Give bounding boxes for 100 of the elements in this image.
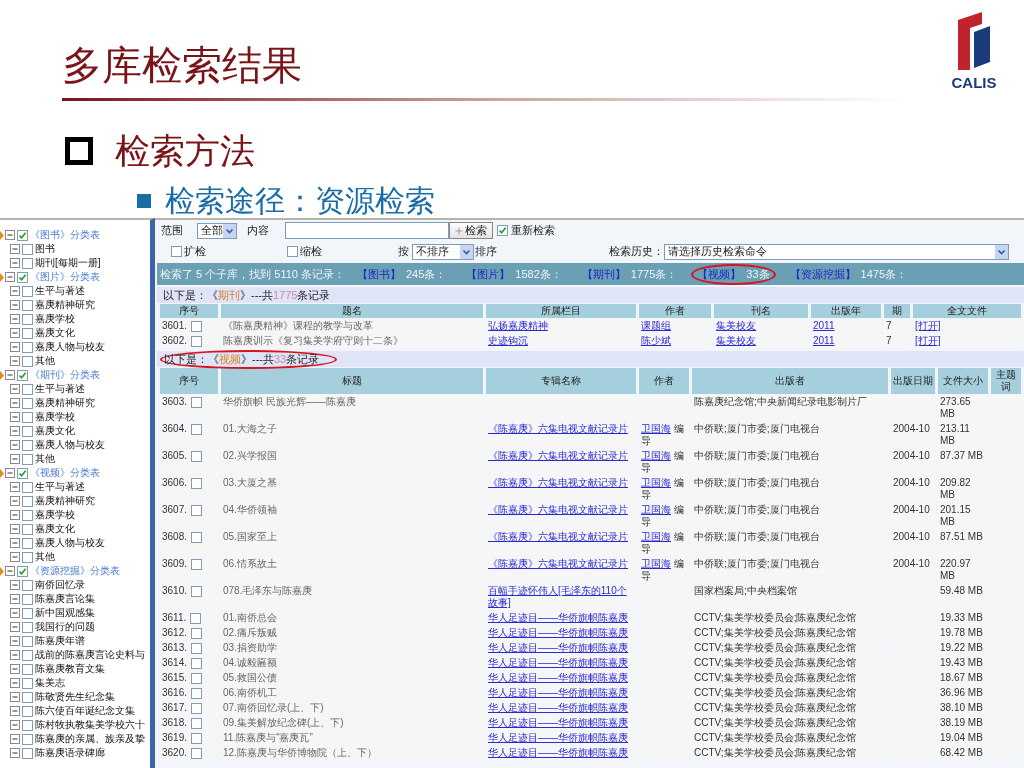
tree-item-label[interactable]: 集美志 <box>35 676 65 690</box>
checkbox[interactable] <box>191 672 203 684</box>
checkbox[interactable] <box>17 369 28 381</box>
collapse-icon[interactable] <box>10 356 20 366</box>
author-link[interactable]: 卫国海 <box>641 558 671 569</box>
collapse-icon[interactable] <box>10 454 20 464</box>
checkbox[interactable] <box>22 621 33 633</box>
checkbox[interactable] <box>191 558 203 570</box>
sort-dropdown[interactable]: 不排序 <box>412 243 474 260</box>
collapse-icon[interactable] <box>10 692 20 702</box>
collapse-icon[interactable] <box>10 734 20 744</box>
collapse-icon[interactable] <box>10 314 20 324</box>
checkbox[interactable] <box>17 229 28 241</box>
checkbox[interactable] <box>22 579 33 591</box>
tree-item-label[interactable]: 嘉庚学校 <box>35 410 75 424</box>
author-link[interactable]: 卫国海 <box>641 423 671 434</box>
collapse-icon[interactable] <box>10 748 20 758</box>
checkbox[interactable] <box>22 397 33 409</box>
collapse-icon[interactable] <box>10 720 20 730</box>
checkbox[interactable] <box>22 747 33 759</box>
tree-group-label[interactable]: 《资源挖掘》分类表 <box>30 564 120 578</box>
collapse-icon[interactable] <box>10 342 20 352</box>
checkbox[interactable] <box>22 635 33 647</box>
checkbox[interactable] <box>22 691 33 703</box>
collapse-icon[interactable] <box>10 300 20 310</box>
tree-item-label[interactable]: 生平与著述 <box>35 382 85 396</box>
collapse-icon[interactable] <box>10 552 20 562</box>
tree-item-label[interactable]: 新中国观感集 <box>35 606 95 620</box>
checkbox[interactable] <box>22 733 33 745</box>
tree-item-label[interactable]: 嘉庚精神研究 <box>35 396 95 410</box>
tree-item-label[interactable]: 嘉庚精神研究 <box>35 494 95 508</box>
checkbox[interactable] <box>22 355 33 367</box>
collapse-icon[interactable] <box>10 650 20 660</box>
checkbox[interactable] <box>22 509 33 521</box>
collapse-icon[interactable] <box>5 468 15 478</box>
collapse-icon[interactable] <box>10 608 20 618</box>
search-field[interactable] <box>285 222 449 239</box>
table-link[interactable]: 百幅手迹怀伟人[毛泽东的110个故事] <box>488 585 634 609</box>
checkbox[interactable] <box>191 657 203 669</box>
checkbox[interactable] <box>22 551 33 563</box>
tree-item-label[interactable]: 嘉庚文化 <box>35 522 75 536</box>
collapse-icon[interactable] <box>10 482 20 492</box>
collapse-icon[interactable] <box>10 286 20 296</box>
checkbox[interactable] <box>191 335 203 347</box>
tree-item-label[interactable]: 陈嘉庚年谱 <box>35 634 85 648</box>
checkbox[interactable] <box>22 439 33 451</box>
collapse-icon[interactable] <box>10 594 20 604</box>
tree-item-label[interactable]: 其他 <box>35 452 55 466</box>
author-link[interactable]: 卫国海 <box>641 477 671 488</box>
checkbox[interactable] <box>22 285 33 297</box>
checkbox[interactable] <box>22 341 33 353</box>
tree-item-label[interactable]: 期刊[每期一册] <box>35 256 101 270</box>
tree-item-label[interactable]: 陈嘉庚的亲属、族亲及挚 <box>35 732 145 746</box>
checkbox[interactable] <box>22 495 33 507</box>
tree-item-label[interactable]: 陈嘉庚言论集 <box>35 592 95 606</box>
collapse-icon[interactable] <box>10 440 20 450</box>
history-dropdown[interactable]: 请选择历史检索命令 <box>664 243 1009 260</box>
collapse-icon[interactable] <box>10 398 20 408</box>
checkbox[interactable] <box>22 411 33 423</box>
checkbox[interactable] <box>191 531 203 543</box>
checkbox[interactable] <box>287 246 298 257</box>
tree-group-label[interactable]: 《期刊》分类表 <box>30 368 100 382</box>
checkbox[interactable] <box>22 523 33 535</box>
tree-group-label[interactable]: 《视频》分类表 <box>30 466 100 480</box>
collapse-icon[interactable] <box>10 426 20 436</box>
tree-item-label[interactable]: 生平与著述 <box>35 480 85 494</box>
tree-item-label[interactable]: 嘉庚精神研究 <box>35 298 95 312</box>
tree-group-label[interactable]: 《图书》分类表 <box>30 228 100 242</box>
checkbox[interactable] <box>191 627 203 639</box>
tree-item-label[interactable]: 其他 <box>35 550 55 564</box>
checkbox[interactable] <box>191 396 203 408</box>
tree-group-label[interactable]: 《图片》分类表 <box>30 270 100 284</box>
scope-dropdown[interactable]: 全部 <box>197 222 237 239</box>
collapse-icon[interactable] <box>10 258 20 268</box>
author-link[interactable]: 卫国海 <box>641 531 671 542</box>
author-link[interactable]: 卫国海 <box>641 450 671 461</box>
checkbox[interactable] <box>17 565 28 577</box>
collapse-icon[interactable] <box>10 538 20 548</box>
checkbox[interactable] <box>22 663 33 675</box>
tree-item-label[interactable]: 南侨回忆录 <box>35 578 85 592</box>
tree-item-label[interactable]: 战前的陈嘉庚言论史料与 <box>35 648 145 662</box>
checkbox[interactable] <box>191 585 203 597</box>
checkbox[interactable] <box>191 702 203 714</box>
collapse-icon[interactable] <box>10 496 20 506</box>
checkbox[interactable] <box>22 383 33 395</box>
checkbox[interactable] <box>191 747 203 759</box>
tree-item-label[interactable]: 嘉庚学校 <box>35 508 75 522</box>
checkbox[interactable] <box>22 257 33 269</box>
collapse-icon[interactable] <box>10 328 20 338</box>
tree-item-label[interactable]: 嘉庚人物与校友 <box>35 340 105 354</box>
checkbox[interactable] <box>191 642 203 654</box>
checkbox[interactable] <box>22 453 33 465</box>
checkbox[interactable] <box>17 467 28 479</box>
checkbox[interactable] <box>22 299 33 311</box>
checkbox[interactable] <box>191 423 203 435</box>
checkbox[interactable] <box>22 649 33 661</box>
tree-item-label[interactable]: 图书 <box>35 242 55 256</box>
tree-item-label[interactable]: 陈嘉庚教育文集 <box>35 662 105 676</box>
checkbox[interactable] <box>22 243 33 255</box>
checkbox[interactable] <box>22 537 33 549</box>
